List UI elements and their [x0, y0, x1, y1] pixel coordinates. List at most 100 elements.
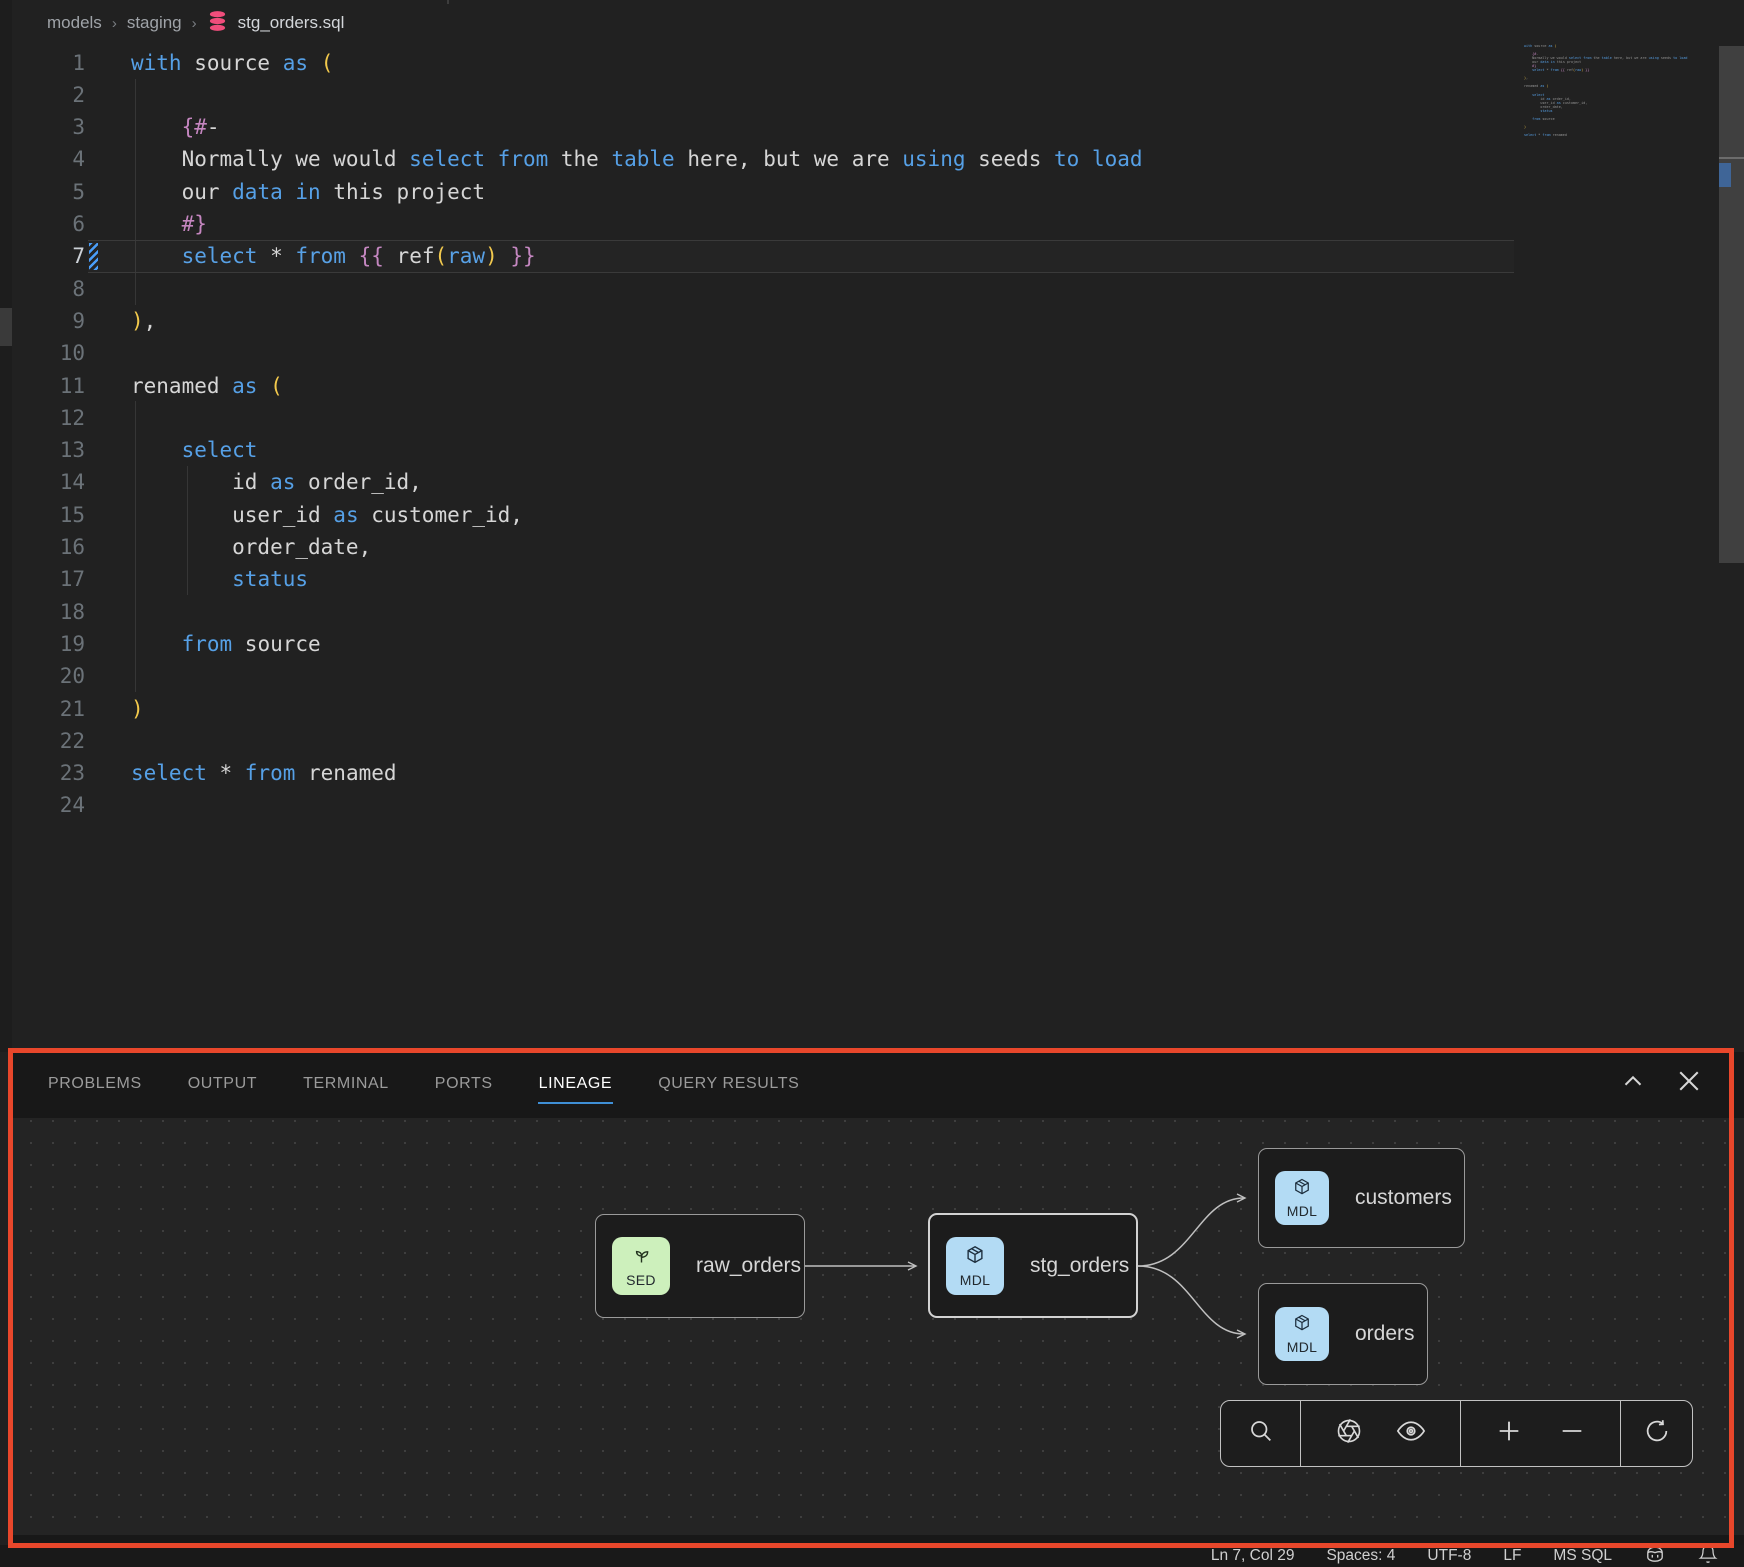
lineage-node-raw-orders[interactable]: SED raw_orders [595, 1214, 805, 1318]
line-number: 13 [12, 438, 85, 462]
code-line[interactable]: 13 select [12, 434, 1514, 467]
lineage-node-customers[interactable]: MDL customers [1258, 1148, 1465, 1248]
model-badge: MDL [1275, 1307, 1329, 1361]
lineage-canvas[interactable] [12, 1118, 1744, 1535]
line-number: 21 [12, 697, 85, 721]
code-line[interactable]: 19 from source [12, 627, 1514, 660]
zoom-in-icon[interactable] [1495, 1417, 1523, 1450]
code-line[interactable]: 10 [12, 337, 1514, 370]
search-icon[interactable] [1247, 1417, 1275, 1450]
code-text: order_date, [131, 535, 371, 559]
minimap[interactable]: with source as ( {#- Normally we would s… [1524, 44, 1714, 141]
tab-lineage[interactable]: LINEAGE [538, 1052, 614, 1118]
code-line[interactable]: 12 [12, 401, 1514, 434]
seed-badge: SED [612, 1237, 670, 1295]
code-line[interactable]: 18 [12, 595, 1514, 628]
line-number: 17 [12, 567, 85, 591]
code-text: from source [131, 632, 321, 656]
code-line[interactable]: 15 user_id as customer_id, [12, 498, 1514, 531]
code-line[interactable]: 17 status [12, 563, 1514, 596]
lineage-toolbar [1220, 1400, 1693, 1467]
status-encoding[interactable]: UTF-8 [1427, 1547, 1471, 1565]
refresh-icon[interactable] [1643, 1417, 1671, 1450]
vscode-window: models › staging › stg_orders.sql 1with … [0, 0, 1744, 1567]
line-number: 1 [12, 51, 85, 75]
chevron-up-icon[interactable] [1618, 1066, 1648, 1096]
bell-icon[interactable] [1698, 1544, 1718, 1567]
code-line[interactable]: 24 [12, 789, 1514, 822]
line-number: 12 [12, 406, 85, 430]
status-cursor-position[interactable]: Ln 7, Col 29 [1211, 1547, 1295, 1565]
line-number: 19 [12, 632, 85, 656]
line-number: 7 [12, 244, 85, 268]
code-line[interactable]: 3 {#- [12, 111, 1514, 144]
node-label: raw_orders [696, 1254, 801, 1278]
editor-scrollbar[interactable] [1719, 46, 1744, 563]
model-badge: MDL [1275, 1171, 1329, 1225]
current-line-highlight [88, 240, 1514, 273]
code-text: select * from renamed [131, 761, 397, 785]
line-number: 6 [12, 212, 85, 236]
panel-tab-bar: PROBLEMS OUTPUT TERMINAL PORTS LINEAGE Q… [12, 1052, 1744, 1118]
node-label: customers [1355, 1186, 1452, 1210]
model-badge: MDL [946, 1237, 1004, 1295]
code-line[interactable]: 4 Normally we would select from the tabl… [12, 143, 1514, 176]
status-line-ending[interactable]: LF [1503, 1547, 1521, 1565]
tab-query-results[interactable]: QUERY RESULTS [657, 1052, 800, 1118]
close-icon[interactable] [1674, 1066, 1704, 1096]
aperture-icon[interactable] [1335, 1417, 1363, 1450]
tab-output[interactable]: OUTPUT [187, 1052, 258, 1118]
seed-icon [631, 1245, 652, 1271]
code-text: status [131, 567, 308, 591]
lineage-node-stg-orders[interactable]: MDL stg_orders [928, 1213, 1138, 1318]
code-text: renamed as ( [131, 374, 283, 398]
badge-label: MDL [960, 1272, 990, 1288]
line-number: 3 [12, 115, 85, 139]
line-number: 22 [12, 729, 85, 753]
left-strip-marker [0, 308, 12, 346]
copilot-icon[interactable] [1644, 1545, 1666, 1567]
cube-icon [964, 1244, 986, 1271]
code-line[interactable]: 11renamed as ( [12, 369, 1514, 402]
tab-problems[interactable]: PROBLEMS [47, 1052, 143, 1118]
editor-left-strip [0, 0, 12, 1052]
code-editor[interactable]: 1 with source as ( 23 {#-4 Normally we wou… [12, 0, 1706, 1049]
code-line[interactable]: 9), [12, 304, 1514, 337]
status-indentation[interactable]: Spaces: 4 [1326, 1547, 1395, 1565]
code-text: #} [131, 212, 207, 236]
code-text: user_id as customer_id, [131, 503, 523, 527]
code-line[interactable]: 6 #} [12, 208, 1514, 241]
line-number: 4 [12, 147, 85, 171]
code-line[interactable]: 21) [12, 692, 1514, 725]
overview-ruler-cursor-mark [1719, 163, 1731, 187]
code-line[interactable]: 16 order_date, [12, 531, 1514, 564]
zoom-out-icon[interactable] [1558, 1417, 1586, 1450]
code-text: ) [131, 697, 144, 721]
line-number: 20 [12, 664, 85, 688]
line-number: 18 [12, 600, 85, 624]
eye-icon[interactable] [1396, 1416, 1426, 1451]
code-line[interactable]: 14 id as order_id, [12, 466, 1514, 499]
code-line[interactable]: 23select * from renamed [12, 757, 1514, 790]
line-number: 9 [12, 309, 85, 333]
code-text: with source as ( [131, 51, 333, 75]
line-number: 24 [12, 793, 85, 817]
code-line[interactable]: 8 [12, 272, 1514, 305]
tab-terminal[interactable]: TERMINAL [302, 1052, 390, 1118]
status-language-mode[interactable]: MS SQL [1553, 1547, 1612, 1565]
code-line[interactable]: 1 with source as ( [12, 46, 1514, 79]
tab-ports[interactable]: PORTS [434, 1052, 494, 1118]
bottom-panel: PROBLEMS OUTPUT TERMINAL PORTS LINEAGE Q… [12, 1052, 1744, 1545]
badge-label: MDL [1287, 1339, 1317, 1355]
minimap-line [1524, 137, 1714, 141]
code-line[interactable]: 22 [12, 724, 1514, 757]
code-line[interactable]: 20 [12, 660, 1514, 693]
line-number: 10 [12, 341, 85, 365]
lineage-node-orders[interactable]: MDL orders [1258, 1283, 1428, 1385]
node-label: orders [1355, 1322, 1415, 1346]
code-line[interactable]: 2 [12, 78, 1514, 111]
code-text: our data in this project [131, 180, 485, 204]
code-line[interactable]: 7 select * from {{ ref(raw) }} [12, 240, 1514, 273]
line-number: 5 [12, 180, 85, 204]
code-line[interactable]: 5 our data in this project [12, 175, 1514, 208]
